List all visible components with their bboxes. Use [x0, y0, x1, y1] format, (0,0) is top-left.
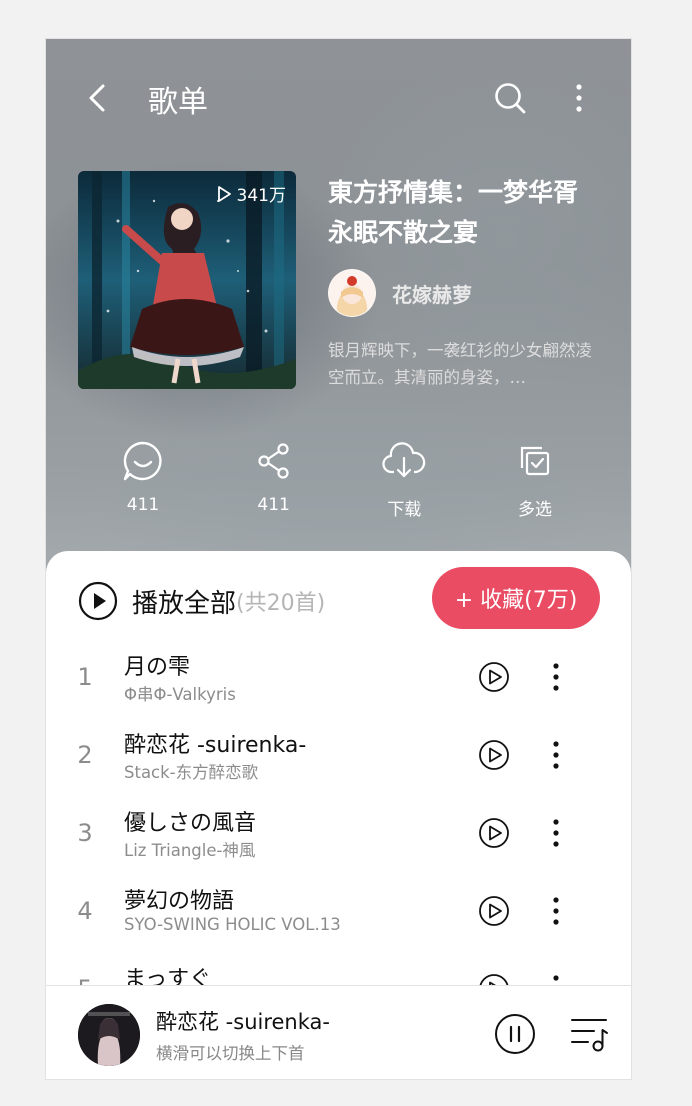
playlist-title: 東方抒情集：一梦华胥 永眠不散之宴 [328, 178, 579, 247]
share-icon [257, 439, 291, 483]
song-more-icon[interactable] [546, 739, 566, 771]
play-count-value: 341万 [236, 186, 286, 206]
avatar[interactable] [328, 269, 376, 317]
song-title: 酔恋花 -suirenka- [124, 733, 307, 758]
phone-screen: 歌单 341万 東方抒情集：一梦华胥 永眠不散之宴 花嫁赫萝 银月辉映下，一袭红… [45, 38, 632, 1080]
multi-select-icon [518, 439, 552, 483]
comment-button[interactable]: 411 [78, 439, 208, 520]
share-button[interactable]: 411 [209, 439, 339, 520]
play-count-icon [217, 185, 231, 202]
multi-select-label: 多选 [517, 500, 552, 520]
mini-player[interactable]: 酔恋花 -suirenka- 横滑可以切换上下首 [46, 985, 631, 1079]
song-index: 2 [77, 741, 93, 769]
song-artist-album: Stack-东方醉恋歌 [124, 763, 259, 782]
now-playing-hint: 横滑可以切换上下首 [156, 1044, 305, 1063]
playlist-cover[interactable]: 341万 [78, 171, 296, 389]
download-button[interactable]: 下载 [339, 439, 469, 520]
song-index: 4 [77, 897, 93, 925]
song-row[interactable]: 4 夢幻の物語 SYO-SWING HOLIC VOL.13 [46, 883, 631, 961]
song-row[interactable]: 1 月の雫 Φ串Φ-Valkyris [46, 649, 631, 727]
play-all-button[interactable]: 播放全部 (共20首) [78, 581, 325, 621]
creator[interactable]: 花嫁赫萝 [328, 269, 472, 317]
comment-icon [122, 439, 164, 483]
back-icon[interactable] [80, 81, 114, 115]
playlist-queue-icon[interactable] [570, 1016, 610, 1054]
song-row[interactable]: 3 優しさの風音 Liz Triangle-神風 [46, 805, 631, 883]
pause-icon[interactable] [494, 1013, 536, 1055]
play-all-label: 播放全部 [132, 588, 237, 619]
download-label: 下载 [387, 500, 422, 520]
mv-play-icon[interactable] [478, 739, 510, 771]
page-title: 歌单 [148, 85, 208, 120]
multi-select-button[interactable]: 多选 [470, 439, 600, 520]
mv-play-icon[interactable] [478, 817, 510, 849]
song-index: 3 [77, 819, 93, 847]
now-playing-cover[interactable] [78, 1004, 140, 1066]
song-title: 優しさの風音 [124, 811, 257, 836]
song-artist-album: Φ串Φ-Valkyris [124, 685, 236, 704]
song-more-icon[interactable] [546, 661, 566, 693]
song-artist-album: SYO-SWING HOLIC VOL.13 [124, 915, 341, 934]
now-playing-title: 酔恋花 -suirenka- [156, 1010, 330, 1034]
song-title: 月の雫 [124, 655, 191, 680]
play-all-icon [78, 581, 118, 621]
song-artist-album: Liz Triangle-神風 [124, 841, 256, 860]
creator-name[interactable]: 花嫁赫萝 [392, 279, 472, 308]
play-count: 341万 [217, 181, 286, 206]
mv-play-icon[interactable] [478, 661, 510, 693]
mv-play-icon[interactable] [478, 895, 510, 927]
comment-count: 411 [126, 495, 160, 515]
song-count: (共20首) [236, 591, 326, 616]
playlist-description[interactable]: 银月辉映下，一袭红衫的少女翩然凌空而立。其清丽的身姿，… [328, 337, 600, 391]
more-icon[interactable] [562, 81, 596, 115]
collect-button[interactable]: + 收藏(7万) [432, 567, 600, 629]
search-icon[interactable] [490, 81, 530, 115]
share-count: 411 [257, 495, 290, 515]
song-more-icon[interactable] [546, 817, 566, 849]
song-row[interactable]: 2 酔恋花 -suirenka- Stack-东方醉恋歌 [46, 727, 631, 805]
song-title: 夢幻の物語 [124, 889, 235, 914]
download-icon [382, 439, 426, 483]
action-bar: 411 411 下载 多选 [78, 439, 600, 520]
song-more-icon[interactable] [546, 895, 566, 927]
song-index: 1 [77, 663, 93, 691]
